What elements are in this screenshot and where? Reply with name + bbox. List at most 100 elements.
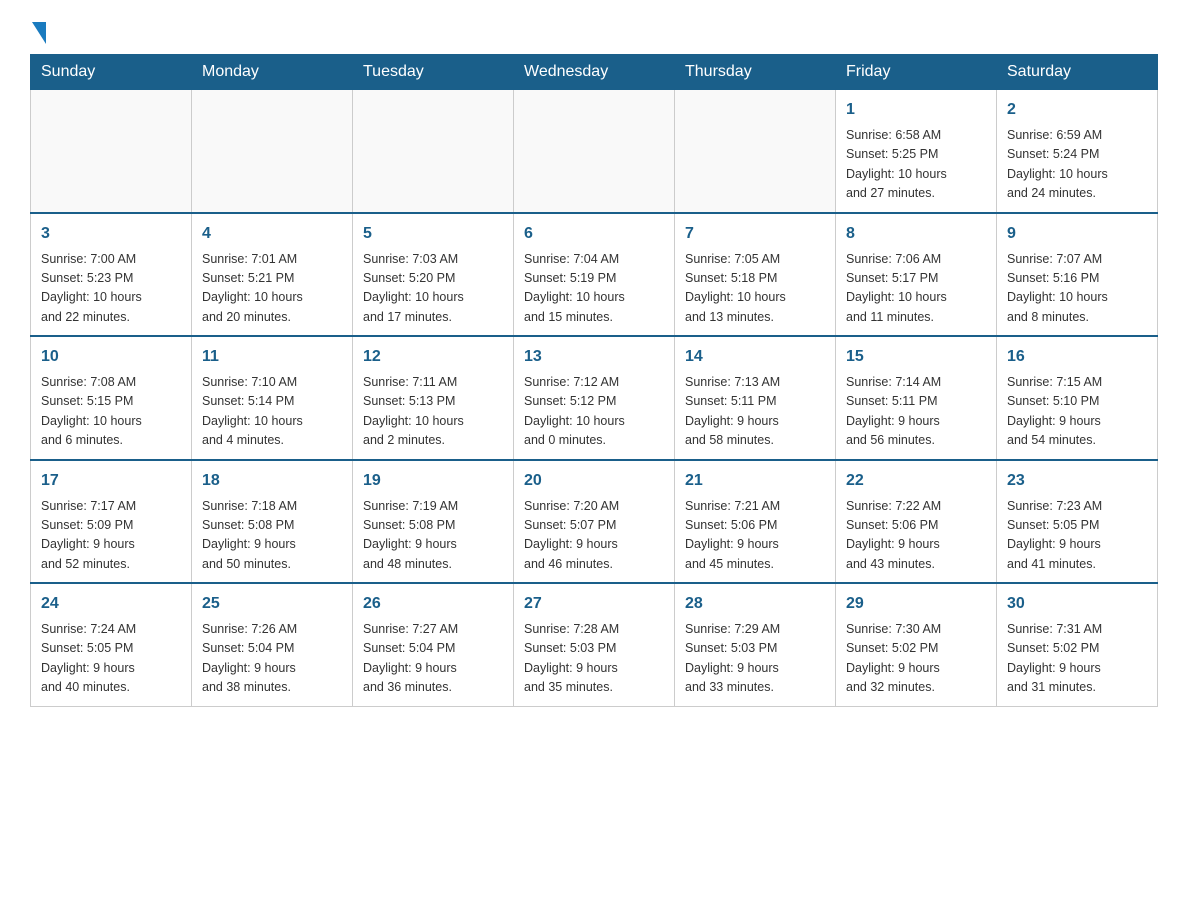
calendar-cell: 12Sunrise: 7:11 AM Sunset: 5:13 PM Dayli… bbox=[353, 336, 514, 460]
day-number: 25 bbox=[202, 592, 342, 616]
weekday-header-row: SundayMondayTuesdayWednesdayThursdayFrid… bbox=[31, 55, 1158, 90]
calendar-cell bbox=[192, 90, 353, 213]
calendar-cell: 2Sunrise: 6:59 AM Sunset: 5:24 PM Daylig… bbox=[997, 90, 1158, 213]
calendar-cell: 22 Sunrise: 7:22 AM Sunset: 5:06 PM Dayli… bbox=[836, 460, 997, 584]
calendar-cell: 1Sunrise: 6:58 AM Sunset: 5:25 PM Daylig… bbox=[836, 90, 997, 213]
day-number: 23 bbox=[1007, 469, 1147, 493]
weekday-header-saturday: Saturday bbox=[997, 55, 1158, 90]
calendar-cell: 25 Sunrise: 7:26 AM Sunset: 5:04 PM Dayli… bbox=[192, 583, 353, 706]
calendar-week-4: 17 Sunrise: 7:17 AM Sunset: 5:09 PM Dayli… bbox=[31, 460, 1158, 584]
day-number: 1 bbox=[846, 98, 986, 122]
day-number: 28 bbox=[685, 592, 825, 616]
day-info: Sunrise: 7:05 AM Sunset: 5:18 PM Dayligh… bbox=[685, 250, 825, 328]
calendar-cell: 18 Sunrise: 7:18 AM Sunset: 5:08 PM Dayli… bbox=[192, 460, 353, 584]
day-info: Sunrise: 7:30 AM Sunset: 5:02 PM Dayligh… bbox=[846, 620, 986, 698]
calendar-cell: 28 Sunrise: 7:29 AM Sunset: 5:03 PM Dayli… bbox=[675, 583, 836, 706]
day-info: Sunrise: 7:03 AM Sunset: 5:20 PM Dayligh… bbox=[363, 250, 503, 328]
calendar-week-1: 1Sunrise: 6:58 AM Sunset: 5:25 PM Daylig… bbox=[31, 90, 1158, 213]
calendar-cell bbox=[31, 90, 192, 213]
day-info: Sunrise: 7:06 AM Sunset: 5:17 PM Dayligh… bbox=[846, 250, 986, 328]
day-info: Sunrise: 7:07 AM Sunset: 5:16 PM Dayligh… bbox=[1007, 250, 1147, 328]
weekday-header-sunday: Sunday bbox=[31, 55, 192, 90]
calendar-cell bbox=[675, 90, 836, 213]
day-info: Sunrise: 7:24 AM Sunset: 5:05 PM Dayligh… bbox=[41, 620, 181, 698]
calendar-week-3: 10 Sunrise: 7:08 AM Sunset: 5:15 PM Dayli… bbox=[31, 336, 1158, 460]
day-number: 6 bbox=[524, 222, 664, 246]
calendar-table: SundayMondayTuesdayWednesdayThursdayFrid… bbox=[30, 54, 1158, 707]
page-header bbox=[30, 20, 1158, 44]
day-info: Sunrise: 7:20 AM Sunset: 5:07 PM Dayligh… bbox=[524, 497, 664, 575]
day-number: 10 bbox=[41, 345, 181, 369]
day-info: Sunrise: 7:11 AM Sunset: 5:13 PM Dayligh… bbox=[363, 373, 503, 451]
calendar-cell bbox=[353, 90, 514, 213]
day-number: 30 bbox=[1007, 592, 1147, 616]
calendar-cell: 23 Sunrise: 7:23 AM Sunset: 5:05 PM Dayli… bbox=[997, 460, 1158, 584]
calendar-cell: 26 Sunrise: 7:27 AM Sunset: 5:04 PM Dayli… bbox=[353, 583, 514, 706]
day-number: 19 bbox=[363, 469, 503, 493]
day-info: Sunrise: 7:18 AM Sunset: 5:08 PM Dayligh… bbox=[202, 497, 342, 575]
day-number: 16 bbox=[1007, 345, 1147, 369]
calendar-week-5: 24 Sunrise: 7:24 AM Sunset: 5:05 PM Dayli… bbox=[31, 583, 1158, 706]
day-info: Sunrise: 7:21 AM Sunset: 5:06 PM Dayligh… bbox=[685, 497, 825, 575]
day-number: 27 bbox=[524, 592, 664, 616]
calendar-cell: 29 Sunrise: 7:30 AM Sunset: 5:02 PM Dayli… bbox=[836, 583, 997, 706]
calendar-cell bbox=[514, 90, 675, 213]
day-info: Sunrise: 7:14 AM Sunset: 5:11 PM Dayligh… bbox=[846, 373, 986, 451]
day-number: 26 bbox=[363, 592, 503, 616]
weekday-header-tuesday: Tuesday bbox=[353, 55, 514, 90]
calendar-cell: 30Sunrise: 7:31 AM Sunset: 5:02 PM Dayli… bbox=[997, 583, 1158, 706]
day-number: 2 bbox=[1007, 98, 1147, 122]
day-info: Sunrise: 7:12 AM Sunset: 5:12 PM Dayligh… bbox=[524, 373, 664, 451]
calendar-cell: 17 Sunrise: 7:17 AM Sunset: 5:09 PM Dayli… bbox=[31, 460, 192, 584]
day-number: 4 bbox=[202, 222, 342, 246]
day-info: Sunrise: 7:23 AM Sunset: 5:05 PM Dayligh… bbox=[1007, 497, 1147, 575]
day-number: 24 bbox=[41, 592, 181, 616]
day-number: 11 bbox=[202, 345, 342, 369]
day-info: Sunrise: 7:10 AM Sunset: 5:14 PM Dayligh… bbox=[202, 373, 342, 451]
day-number: 18 bbox=[202, 469, 342, 493]
day-info: Sunrise: 7:00 AM Sunset: 5:23 PM Dayligh… bbox=[41, 250, 181, 328]
day-info: Sunrise: 7:22 AM Sunset: 5:06 PM Dayligh… bbox=[846, 497, 986, 575]
calendar-cell: 27 Sunrise: 7:28 AM Sunset: 5:03 PM Dayli… bbox=[514, 583, 675, 706]
calendar-cell: 14Sunrise: 7:13 AM Sunset: 5:11 PM Dayli… bbox=[675, 336, 836, 460]
calendar-week-2: 3 Sunrise: 7:00 AM Sunset: 5:23 PM Daylig… bbox=[31, 213, 1158, 337]
day-number: 29 bbox=[846, 592, 986, 616]
day-info: Sunrise: 7:04 AM Sunset: 5:19 PM Dayligh… bbox=[524, 250, 664, 328]
day-number: 3 bbox=[41, 222, 181, 246]
day-number: 15 bbox=[846, 345, 986, 369]
day-info: Sunrise: 7:13 AM Sunset: 5:11 PM Dayligh… bbox=[685, 373, 825, 451]
weekday-header-monday: Monday bbox=[192, 55, 353, 90]
calendar-cell: 4 Sunrise: 7:01 AM Sunset: 5:21 PM Daylig… bbox=[192, 213, 353, 337]
day-info: Sunrise: 7:08 AM Sunset: 5:15 PM Dayligh… bbox=[41, 373, 181, 451]
day-number: 20 bbox=[524, 469, 664, 493]
day-number: 17 bbox=[41, 469, 181, 493]
logo bbox=[30, 20, 46, 44]
day-info: Sunrise: 7:29 AM Sunset: 5:03 PM Dayligh… bbox=[685, 620, 825, 698]
calendar-cell: 19 Sunrise: 7:19 AM Sunset: 5:08 PM Dayli… bbox=[353, 460, 514, 584]
calendar-cell: 3 Sunrise: 7:00 AM Sunset: 5:23 PM Daylig… bbox=[31, 213, 192, 337]
day-number: 8 bbox=[846, 222, 986, 246]
day-number: 9 bbox=[1007, 222, 1147, 246]
calendar-cell: 7 Sunrise: 7:05 AM Sunset: 5:18 PM Daylig… bbox=[675, 213, 836, 337]
calendar-cell: 24 Sunrise: 7:24 AM Sunset: 5:05 PM Dayli… bbox=[31, 583, 192, 706]
calendar-cell: 20 Sunrise: 7:20 AM Sunset: 5:07 PM Dayli… bbox=[514, 460, 675, 584]
day-number: 7 bbox=[685, 222, 825, 246]
day-info: Sunrise: 7:28 AM Sunset: 5:03 PM Dayligh… bbox=[524, 620, 664, 698]
calendar-cell: 5 Sunrise: 7:03 AM Sunset: 5:20 PM Daylig… bbox=[353, 213, 514, 337]
calendar-cell: 13Sunrise: 7:12 AM Sunset: 5:12 PM Dayli… bbox=[514, 336, 675, 460]
day-number: 21 bbox=[685, 469, 825, 493]
day-number: 5 bbox=[363, 222, 503, 246]
calendar-cell: 16Sunrise: 7:15 AM Sunset: 5:10 PM Dayli… bbox=[997, 336, 1158, 460]
day-info: Sunrise: 7:17 AM Sunset: 5:09 PM Dayligh… bbox=[41, 497, 181, 575]
logo-triangle-icon bbox=[32, 22, 46, 44]
calendar-cell: 15 Sunrise: 7:14 AM Sunset: 5:11 PM Dayli… bbox=[836, 336, 997, 460]
calendar-cell: 6 Sunrise: 7:04 AM Sunset: 5:19 PM Daylig… bbox=[514, 213, 675, 337]
calendar-cell: 8 Sunrise: 7:06 AM Sunset: 5:17 PM Daylig… bbox=[836, 213, 997, 337]
calendar-cell: 21 Sunrise: 7:21 AM Sunset: 5:06 PM Dayli… bbox=[675, 460, 836, 584]
calendar-cell: 9 Sunrise: 7:07 AM Sunset: 5:16 PM Daylig… bbox=[997, 213, 1158, 337]
day-info: Sunrise: 7:27 AM Sunset: 5:04 PM Dayligh… bbox=[363, 620, 503, 698]
day-info: Sunrise: 7:26 AM Sunset: 5:04 PM Dayligh… bbox=[202, 620, 342, 698]
day-info: Sunrise: 7:19 AM Sunset: 5:08 PM Dayligh… bbox=[363, 497, 503, 575]
day-number: 22 bbox=[846, 469, 986, 493]
day-info: Sunrise: 7:01 AM Sunset: 5:21 PM Dayligh… bbox=[202, 250, 342, 328]
